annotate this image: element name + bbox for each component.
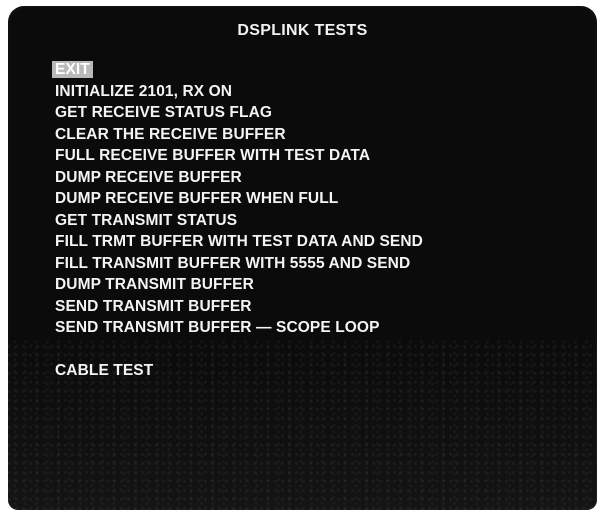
menu-item-label: CLEAR THE RECEIVE BUFFER: [55, 125, 286, 143]
menu-item-label: GET TRANSMIT STATUS: [55, 211, 238, 229]
menu-item-label: DUMP RECEIVE BUFFER WHEN FULL: [55, 190, 339, 207]
page-title: DSPLINK TESTS: [237, 22, 368, 39]
menu-item-dump-transmit-buffer[interactable]: DUMP TRANSMIT BUFFER: [55, 274, 423, 296]
menu-item-initialize-2101[interactable]: INITIALIZE 2101, RX ON: [55, 81, 423, 103]
menu-item-label: DUMP RECEIVE BUFFER: [55, 168, 242, 186]
menu-item-label: FULL RECEIVE BUFFER WITH TEST DATA: [55, 147, 371, 164]
menu-item-label: DUMP TRANSMIT BUFFER: [55, 276, 254, 293]
menu-item-fill-transmit-buffer-5555[interactable]: FILL TRANSMIT BUFFER WITH 5555 AND SEND: [55, 253, 423, 275]
menu-item-dump-receive-buffer-when-full[interactable]: DUMP RECEIVE BUFFER WHEN FULL: [55, 188, 423, 210]
menu-item-label: EXIT: [52, 61, 93, 78]
menu-item-send-transmit-buffer[interactable]: SEND TRANSMIT BUFFER: [55, 296, 423, 318]
test-menu: EXIT INITIALIZE 2101, RX ON GET RECEIVE …: [52, 59, 423, 382]
menu-item-label: GET RECEIVE STATUS FLAG: [55, 104, 273, 121]
crt-screen: DSPLINK TESTS EXIT INITIALIZE 2101, RX O…: [8, 6, 597, 510]
menu-item-label: FILL TRMT BUFFER WITH TEST DATA AND SEND: [55, 233, 423, 250]
menu-item-label: SEND TRANSMIT BUFFER — SCOPE LOOP: [55, 319, 380, 336]
menu-item-send-transmit-buffer-scope-loop[interactable]: SEND TRANSMIT BUFFER — SCOPE LOOP: [55, 317, 423, 339]
menu-item-label: FILL TRANSMIT BUFFER WITH 5555 AND SEND: [55, 254, 411, 272]
menu-item-cable-test[interactable]: CABLE TEST: [55, 360, 423, 382]
menu-item-full-receive-buffer-test-data[interactable]: FULL RECEIVE BUFFER WITH TEST DATA: [55, 145, 423, 167]
menu-item-label: INITIALIZE 2101, RX ON: [55, 82, 233, 100]
menu-item-clear-receive-buffer[interactable]: CLEAR THE RECEIVE BUFFER: [55, 124, 423, 146]
menu-item-get-transmit-status[interactable]: GET TRANSMIT STATUS: [55, 210, 423, 232]
menu-item-dump-receive-buffer[interactable]: DUMP RECEIVE BUFFER: [55, 167, 423, 189]
menu-item-label: CABLE TEST: [55, 362, 154, 379]
menu-item-exit[interactable]: EXIT: [52, 59, 423, 81]
menu-item-fill-trmt-buffer-test-data[interactable]: FILL TRMT BUFFER WITH TEST DATA AND SEND: [55, 231, 423, 253]
menu-item-get-receive-status-flag[interactable]: GET RECEIVE STATUS FLAG: [55, 102, 423, 124]
menu-item-label: SEND TRANSMIT BUFFER: [55, 297, 252, 315]
